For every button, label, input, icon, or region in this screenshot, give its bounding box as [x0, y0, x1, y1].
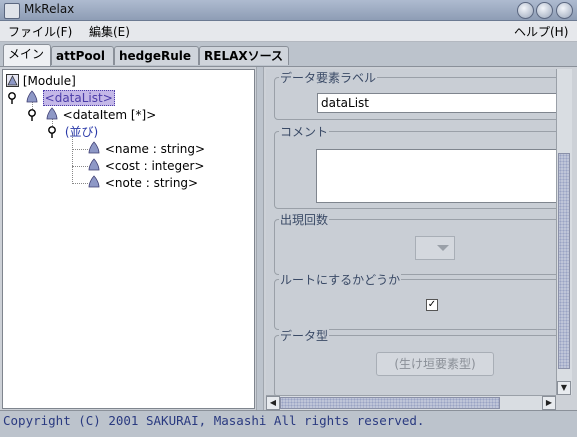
element-icon — [88, 175, 100, 188]
root-group: ルートにするかどうか ✓ — [274, 271, 556, 330]
scroll-down-arrow[interactable]: ▼ — [557, 381, 571, 395]
tree-connector — [72, 134, 73, 182]
tree-item-note[interactable]: <note : string> — [87, 175, 198, 191]
occurrence-dropdown[interactable] — [415, 236, 455, 260]
status-bar: Copyright (C) 2001 SAKURAI, Masashi All … — [0, 410, 577, 437]
tree-item-label: <dataItem [*]> — [62, 108, 157, 122]
tree-item-label: <name : string> — [104, 142, 206, 156]
tree-item-label: (並び) — [64, 125, 99, 139]
root-checkbox[interactable]: ✓ — [426, 299, 438, 311]
root-group-title: ルートにするかどうか — [279, 271, 402, 288]
menu-edit[interactable]: 編集(E) — [89, 23, 130, 40]
vertical-scrollbar[interactable]: ▼ — [556, 69, 572, 395]
label-group: データ要素ラベル dataList — [274, 69, 556, 120]
occurrence-group: 出現回数 — [274, 211, 556, 275]
minimize-button[interactable] — [517, 2, 534, 19]
horizontal-scrollbar[interactable]: ◀ ▶ — [266, 395, 556, 410]
tree-item-label: <dataList> — [42, 90, 115, 106]
datatype-group-title: データ型 — [279, 327, 330, 344]
tree-item-label: <note : string> — [104, 176, 199, 190]
menu-bar: ファイル(F) 編集(E) ヘルプ(H) — [0, 21, 577, 42]
tree-item-sequence[interactable]: (並び) — [47, 124, 98, 140]
tree-item-datalist[interactable]: <dataList> — [7, 90, 115, 106]
properties-panel: データ要素ラベル dataList コメント 出現回数 ルートにするかどうか ✓… — [266, 69, 556, 395]
window-title: MkRelax — [24, 2, 75, 16]
scroll-thumb[interactable] — [558, 153, 570, 369]
chevron-down-icon — [437, 245, 449, 251]
element-icon — [46, 107, 58, 120]
maximize-button[interactable] — [536, 2, 553, 19]
tree-item-dataitem[interactable]: <dataItem [*]> — [27, 107, 156, 123]
copyright-text: Copyright (C) 2001 SAKURAI, Masashi All … — [3, 413, 425, 428]
tree-item-module[interactable]: [Module] — [6, 73, 76, 89]
element-icon — [88, 141, 100, 154]
main-panel: [Module] <dataList> <dataItem [*]> (並び) … — [0, 66, 577, 411]
split-pane-divider[interactable] — [256, 67, 264, 411]
menu-help[interactable]: ヘルプ(H) — [514, 23, 568, 40]
element-icon — [88, 158, 100, 171]
tree-connector — [72, 166, 88, 167]
module-icon — [6, 74, 19, 87]
tree-item-label: [Module] — [22, 74, 76, 88]
tab-attpool[interactable]: attPool — [51, 46, 114, 65]
tab-hedgerule[interactable]: hedgeRule — [114, 46, 199, 65]
expand-handle-icon[interactable] — [27, 109, 37, 121]
scroll-right-arrow[interactable]: ▶ — [542, 396, 556, 410]
tree-connector — [72, 149, 88, 150]
tab-bar: メイン attPool hedgeRule RELAXソース — [0, 44, 577, 66]
scroll-thumb[interactable] — [280, 397, 500, 409]
close-button[interactable] — [556, 2, 573, 19]
scroll-left-arrow[interactable]: ◀ — [266, 396, 280, 410]
tree-item-label: <cost : integer> — [104, 159, 205, 173]
expand-handle-icon[interactable] — [47, 126, 57, 138]
datatype-button[interactable]: (生け垣要素型) — [376, 352, 494, 376]
comment-group-title: コメント — [279, 123, 330, 140]
element-icon — [26, 90, 38, 103]
app-icon[interactable] — [4, 3, 20, 19]
comment-group: コメント — [274, 123, 556, 209]
label-group-title: データ要素ラベル — [279, 69, 378, 86]
expand-handle-icon[interactable] — [7, 92, 17, 104]
tab-relax-source[interactable]: RELAXソース — [199, 46, 289, 65]
title-bar: MkRelax — [0, 0, 577, 21]
tab-main[interactable]: メイン — [3, 44, 51, 66]
tree-item-cost[interactable]: <cost : integer> — [87, 158, 204, 174]
schema-tree[interactable]: [Module] <dataList> <dataItem [*]> (並び) … — [2, 69, 255, 409]
comment-textarea[interactable] — [316, 149, 556, 203]
tree-connector — [72, 183, 88, 184]
menu-file[interactable]: ファイル(F) — [8, 23, 72, 40]
element-label-input[interactable]: dataList — [317, 93, 556, 113]
datatype-group: データ型 (生け垣要素型) — [274, 327, 556, 395]
tree-item-name[interactable]: <name : string> — [87, 141, 205, 157]
occurrence-group-title: 出現回数 — [279, 211, 330, 228]
